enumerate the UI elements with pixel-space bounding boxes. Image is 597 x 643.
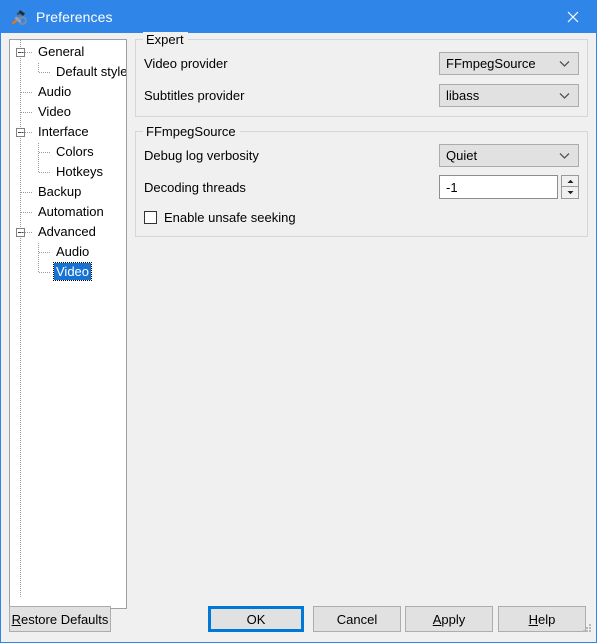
sidebar-item-label: Default styles	[56, 64, 127, 79]
resize-grip-icon[interactable]	[581, 622, 593, 634]
sidebar-item-label: Audio	[38, 84, 72, 99]
enable-unsafe-seeking-checkbox[interactable]: Enable unsafe seeking	[144, 206, 579, 228]
help-button[interactable]: Help	[498, 606, 586, 632]
tree-connector	[21, 212, 33, 213]
sidebar-item-general[interactable]: General	[10, 43, 126, 63]
row-label: Video provider	[144, 55, 228, 71]
decoding-threads-input[interactable]: -1	[439, 175, 558, 199]
subtitles-provider-select[interactable]: libass	[439, 83, 579, 107]
hammer-wrench-icon	[8, 7, 28, 27]
select-value: FFmpegSource	[446, 55, 536, 71]
row-decoding-threads: Decoding threads -1	[144, 174, 579, 200]
group-expert: Expert Video provider FFmpegSource Subti…	[135, 32, 588, 117]
settings-panel: Expert Video provider FFmpegSource Subti…	[135, 32, 588, 251]
dialog-buttons: Restore Defaults OK Cancel Apply Help	[1, 606, 596, 636]
sidebar-item-advanced[interactable]: Advanced	[10, 223, 126, 243]
sidebar-item-label: Hotkeys	[56, 164, 103, 179]
row-label: Subtitles provider	[144, 87, 245, 103]
tree-connector	[39, 252, 51, 253]
row-label: Decoding threads	[144, 179, 246, 195]
sidebar-item-automation[interactable]: Automation	[10, 203, 126, 223]
sidebar-item-label: Advanced	[38, 224, 96, 239]
tree-connector	[21, 52, 33, 53]
tree-connector	[21, 192, 33, 193]
tree-connector	[21, 92, 33, 93]
btn-rest: estore Defaults	[20, 611, 109, 627]
apply-button[interactable]: Apply	[405, 606, 493, 632]
ok-button[interactable]: OK	[208, 606, 304, 632]
btn-rest: elp	[538, 611, 556, 627]
sidebar-item-label: Video	[38, 104, 72, 119]
tree-branch-line	[38, 243, 39, 263]
cancel-button[interactable]: Cancel	[313, 606, 401, 632]
sidebar-item-label: Backup	[38, 184, 82, 199]
sidebar-item-advanced-video[interactable]: Video	[10, 262, 126, 283]
sidebar-item-label: Automation	[38, 204, 104, 219]
row-video-provider: Video provider FFmpegSource	[144, 50, 579, 76]
sidebar-item-label: Interface	[38, 124, 89, 139]
debug-log-verbosity-select[interactable]: Quiet	[439, 143, 579, 167]
sidebar-item-colors[interactable]: Colors	[10, 143, 126, 163]
tree-connector	[39, 152, 51, 153]
sidebar-item-backup[interactable]: Backup	[10, 183, 126, 203]
sidebar-item-default-styles[interactable]: Default styles	[10, 63, 126, 83]
tree-connector	[39, 72, 51, 73]
checkbox-box[interactable]	[144, 210, 157, 224]
group-title: Expert	[143, 32, 188, 47]
sidebar-item-label: Audio	[56, 244, 90, 259]
btn-rest: pply	[441, 611, 466, 627]
window-title: Preferences	[36, 9, 113, 25]
row-subtitles-provider: Subtitles provider libass	[144, 82, 579, 108]
group-ffmpegsource: FFmpegSource Debug log verbosity Quiet D…	[135, 124, 588, 237]
stepper-buttons	[561, 175, 579, 199]
client-area: General Default styles Audio Video Inter…	[1, 32, 596, 642]
select-value: libass	[446, 87, 480, 103]
restore-defaults-button[interactable]: Restore Defaults	[9, 606, 111, 632]
tree-connector	[39, 272, 51, 273]
btn-label: OK	[246, 611, 266, 627]
sidebar-item-label: Video	[52, 262, 93, 281]
title-bar: Preferences	[1, 1, 596, 33]
tree-connector	[21, 132, 33, 133]
stepper-up-icon[interactable]	[561, 175, 579, 187]
stepper-down-icon[interactable]	[561, 187, 579, 199]
sidebar-item-label: General	[38, 44, 85, 59]
group-title: FFmpegSource	[143, 124, 240, 139]
preferences-window: Preferences General Default styles Audio…	[0, 0, 597, 643]
sidebar-item-advanced-audio[interactable]: Audio	[10, 243, 126, 263]
chevron-down-icon	[559, 88, 570, 103]
settings-tree[interactable]: General Default styles Audio Video Inter…	[9, 39, 127, 609]
decoding-threads-stepper[interactable]: -1	[439, 175, 579, 199]
tree-connector	[21, 112, 33, 113]
select-value: Quiet	[446, 147, 478, 163]
row-debug-log-verbosity: Debug log verbosity Quiet	[144, 142, 579, 168]
checkbox-label: Enable unsafe seeking	[164, 209, 296, 225]
sidebar-item-interface[interactable]: Interface	[10, 123, 126, 143]
chevron-down-icon	[559, 148, 570, 163]
sidebar-item-label: Colors	[56, 144, 94, 159]
sidebar-item-audio[interactable]: Audio	[10, 83, 126, 103]
tree-connector	[39, 172, 51, 173]
chevron-down-icon	[559, 56, 570, 71]
sidebar-item-video[interactable]: Video	[10, 103, 126, 123]
video-provider-select[interactable]: FFmpegSource	[439, 51, 579, 75]
close-icon[interactable]	[550, 1, 596, 32]
sidebar-item-hotkeys[interactable]: Hotkeys	[10, 163, 126, 183]
row-label: Debug log verbosity	[144, 147, 259, 163]
tree-branch-line	[38, 143, 39, 163]
tree-connector	[21, 232, 33, 233]
btn-label: Cancel	[336, 611, 378, 627]
